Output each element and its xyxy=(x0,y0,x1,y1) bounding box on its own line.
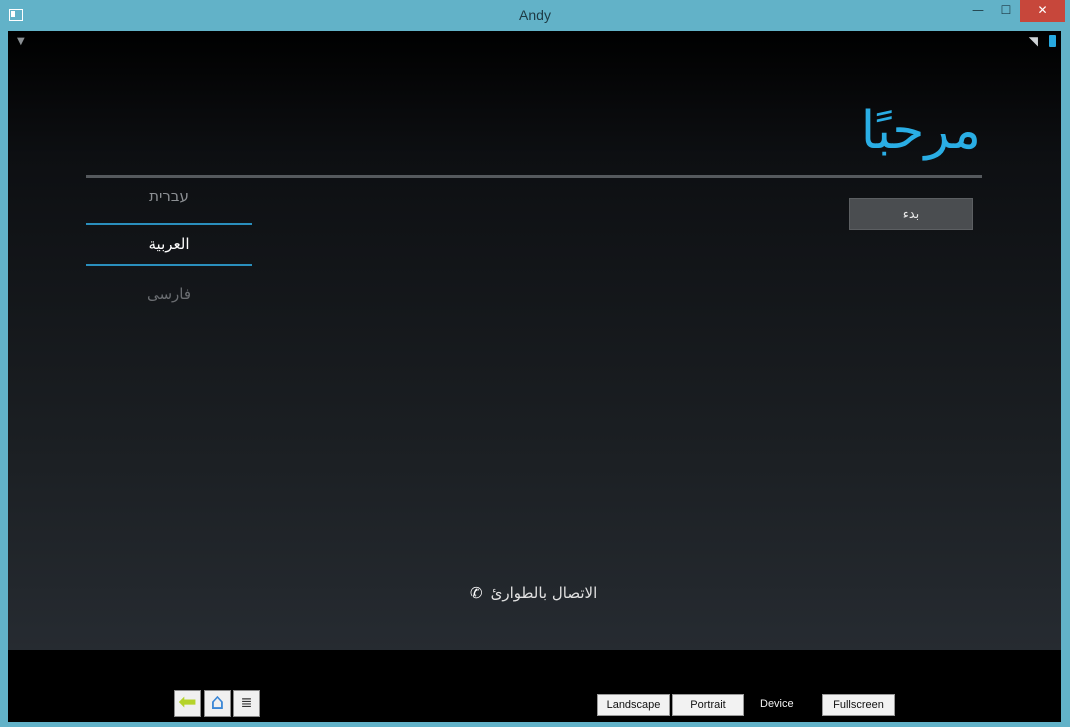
title-bar[interactable]: Andy — ☐ ✕ xyxy=(0,0,1070,30)
back-button[interactable]: ⬅ xyxy=(174,690,201,717)
emergency-call-label: الاتصال بالطوارئ xyxy=(490,584,598,602)
battery-icon xyxy=(1049,35,1056,47)
status-bar: ▼ ◥ xyxy=(8,31,1061,53)
home-button[interactable]: ⌂ xyxy=(204,690,231,717)
language-item-arabic[interactable]: العربية xyxy=(86,235,252,253)
wifi-icon: ◥ xyxy=(1028,34,1038,48)
minimize-button[interactable]: — xyxy=(965,0,991,22)
emergency-call-button[interactable]: ✆ الاتصال بالطوارئ xyxy=(470,584,597,602)
signal-icon: ▼ xyxy=(17,36,25,47)
portrait-button[interactable]: Portrait xyxy=(672,694,744,716)
device-label: Device xyxy=(760,698,794,710)
selection-line-top xyxy=(86,223,252,225)
start-button[interactable]: بدء xyxy=(849,198,973,230)
home-icon: ⌂ xyxy=(210,690,225,715)
welcome-title: مرحبًا xyxy=(860,101,981,161)
window-title: Andy xyxy=(519,7,551,23)
bottom-toolbar: ⬅ ⌂ ≣ Landscape Portrait Device Fullscre… xyxy=(8,650,1061,722)
close-button[interactable]: ✕ xyxy=(1020,0,1065,22)
language-item-farsi[interactable]: فارسی xyxy=(86,285,252,303)
phone-icon: ✆ xyxy=(470,584,483,602)
back-arrow-icon: ⬅ xyxy=(178,690,197,715)
language-item-hebrew[interactable]: עברית xyxy=(86,187,252,205)
divider xyxy=(86,175,982,178)
android-screen: ▼ ◥ مرحبًا עברית العربية فارسی بدء ✆ الات… xyxy=(8,31,1061,650)
fullscreen-button[interactable]: Fullscreen xyxy=(822,694,895,716)
menu-icon: ≣ xyxy=(240,695,253,711)
selection-line-bottom xyxy=(86,264,252,266)
maximize-button[interactable]: ☐ xyxy=(993,0,1019,22)
menu-button[interactable]: ≣ xyxy=(233,690,260,717)
andy-window: Andy — ☐ ✕ ▼ ◥ مرحبًا עברית العربية فارس… xyxy=(0,0,1070,727)
landscape-button[interactable]: Landscape xyxy=(597,694,670,716)
